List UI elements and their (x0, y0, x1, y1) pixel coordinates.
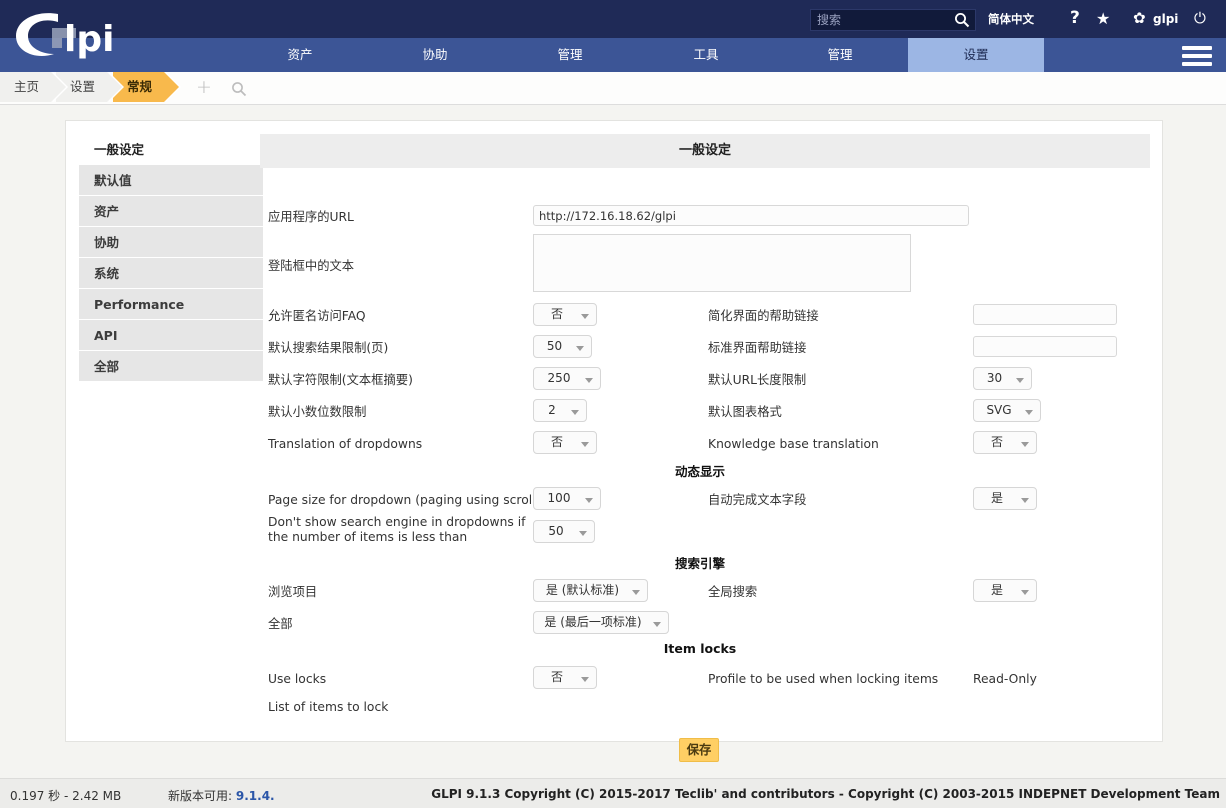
use-locks-dropdown[interactable]: 否 (533, 666, 597, 689)
default-char-limit-dropdown[interactable]: 250 (533, 367, 601, 390)
lock-profile-value: Read-Only (973, 672, 1037, 686)
help-icon[interactable]: ? (1070, 9, 1080, 27)
svg-text:lpi: lpi (64, 19, 114, 60)
nav-item-tools[interactable]: 工具 (656, 38, 756, 72)
sidebar-item-all[interactable]: 全部 (79, 351, 263, 382)
footer-version-notice[interactable]: 新版本可用: 9.1.4. (168, 787, 275, 804)
breadcrumb-search-icon[interactable] (231, 81, 247, 97)
default-decimal-limit-dropdown[interactable]: 2 (533, 399, 587, 422)
footer-copyright: GLPI 9.1.3 Copyright (C) 2015-2017 Tecli… (431, 787, 1220, 801)
glpi-logo[interactable]: lpi (6, 4, 196, 66)
label-dont-show-search-engine: Don't show search engine in dropdowns if… (268, 515, 526, 544)
nav-item-setup[interactable]: 设置 (908, 38, 1044, 72)
default-url-limit-dropdown[interactable]: 30 (973, 367, 1032, 390)
dont-show-search-engine-dropdown[interactable]: 50 (533, 520, 595, 543)
label-global-search: 全局搜索 (708, 585, 758, 599)
label-lock-profile: Profile to be used when locking items (708, 672, 939, 686)
content-panel: 一般设定 默认值 资产 协助 系统 Performance API 全部 一般设… (65, 120, 1163, 762)
standard-help-link-input[interactable] (973, 336, 1117, 357)
label-translation-dropdowns: Translation of dropdowns (268, 437, 423, 451)
kb-translation-dropdown[interactable]: 否 (973, 431, 1037, 454)
label-default-char-limit: 默认字符限制(文本框摘要) (268, 373, 413, 387)
label-kb-translation: Knowledge base translation (708, 437, 879, 451)
label-default-search-limit: 默认搜索结果限制(页) (268, 341, 389, 355)
section-dynamic-display: 动态显示 (674, 464, 725, 479)
label-browse-items: 浏览项目 (268, 585, 318, 599)
user-menu[interactable]: glpi (1153, 9, 1178, 30)
label-page-size-dropdown: Page size for dropdown (paging using scr… (268, 493, 541, 507)
gear-icon[interactable]: ✿ (1133, 9, 1146, 28)
login-text-textarea[interactable] (533, 234, 911, 292)
section-search-engine: 搜索引擎 (674, 556, 725, 571)
power-icon[interactable]: ⏻ (1194, 9, 1206, 28)
footer-version-label: 新版本可用: (168, 789, 233, 803)
sidebar-item-api[interactable]: API (79, 320, 263, 351)
footer-performance: 0.197 秒 - 2.42 MB (10, 789, 122, 803)
all-items-dropdown[interactable]: 是 (最后一项标准) (533, 611, 669, 634)
nav-item-management[interactable]: 管理 (520, 38, 620, 72)
nav-item-assets[interactable]: 资产 (250, 38, 350, 72)
label-use-locks: Use locks (268, 672, 327, 686)
sidebar-item-general[interactable]: 一般设定 (79, 134, 263, 165)
default-chart-format-dropdown[interactable]: SVG (973, 399, 1041, 422)
search-input[interactable] (811, 10, 951, 30)
translation-dropdowns-dropdown[interactable]: 否 (533, 431, 597, 454)
footer-version-value[interactable]: 9.1.4. (236, 789, 275, 803)
page-size-dropdown[interactable]: 100 (533, 487, 601, 510)
settings-sidebar: 一般设定 默认值 资产 协助 系统 Performance API 全部 (79, 134, 263, 382)
glpi-page: lpi 简体中文 ? ★ ✿ glpi ⏻ 资产 协助 管理 工具 管理 设置 … (0, 0, 1226, 808)
label-default-url-limit: 默认URL长度限制 (708, 373, 807, 387)
language-selector[interactable]: 简体中文 (988, 9, 1034, 29)
label-default-chart-format: 默认图表格式 (708, 405, 782, 419)
label-standard-help-link: 标准界面帮助链接 (708, 341, 807, 355)
save-button[interactable]: 保存 (679, 738, 719, 762)
global-search-box[interactable] (810, 9, 976, 31)
sidebar-item-default-values[interactable]: 默认值 (79, 165, 263, 196)
browse-items-dropdown[interactable]: 是 (默认标准) (533, 579, 648, 602)
label-anonymous-faq: 允许匿名访问FAQ (268, 309, 366, 323)
label-app-url: 应用程序的URL (268, 210, 354, 224)
sidebar-item-assistance[interactable]: 协助 (79, 227, 263, 258)
sidebar-item-performance[interactable]: Performance (79, 289, 263, 320)
star-icon[interactable]: ★ (1096, 9, 1110, 28)
simplified-help-link-input[interactable] (973, 304, 1117, 325)
breadcrumb-item-home[interactable]: 主页 (0, 72, 69, 102)
label-default-decimal-limit: 默认小数位数限制 (268, 405, 367, 419)
label-simplified-help-link: 简化界面的帮助链接 (708, 309, 819, 323)
footer-bar: 0.197 秒 - 2.42 MB 新版本可用: 9.1.4. GLPI 9.1… (0, 778, 1226, 808)
nav-item-assistance[interactable]: 协助 (385, 38, 485, 72)
add-icon[interactable]: + (196, 77, 212, 97)
section-item-locks: Item locks (663, 641, 737, 656)
breadcrumb: 主页 设置 常规 + (0, 72, 1226, 105)
label-autocomplete: 自动完成文本字段 (708, 493, 807, 507)
default-search-limit-dropdown[interactable]: 50 (533, 335, 592, 358)
label-list-items-to-lock: List of items to lock (268, 700, 389, 714)
label-all-items: 全部 (268, 617, 293, 631)
global-search-dropdown[interactable]: 是 (973, 579, 1037, 602)
general-setup-form: 一般设定 应用程序的URL 登陆框中的文本 允许匿名访问FAQ 否 简化界面的帮… (260, 134, 1150, 762)
anonymous-faq-dropdown[interactable]: 否 (533, 303, 597, 326)
search-icon[interactable] (954, 12, 970, 28)
nav-item-administration[interactable]: 管理 (790, 38, 890, 72)
sidebar-item-system[interactable]: 系统 (79, 258, 263, 289)
hamburger-icon[interactable] (1182, 46, 1212, 66)
app-url-input[interactable] (533, 205, 969, 226)
label-login-text: 登陆框中的文本 (268, 259, 355, 273)
page-title: 一般设定 (260, 134, 1150, 168)
autocomplete-dropdown[interactable]: 是 (973, 487, 1037, 510)
sidebar-item-assets[interactable]: 资产 (79, 196, 263, 227)
